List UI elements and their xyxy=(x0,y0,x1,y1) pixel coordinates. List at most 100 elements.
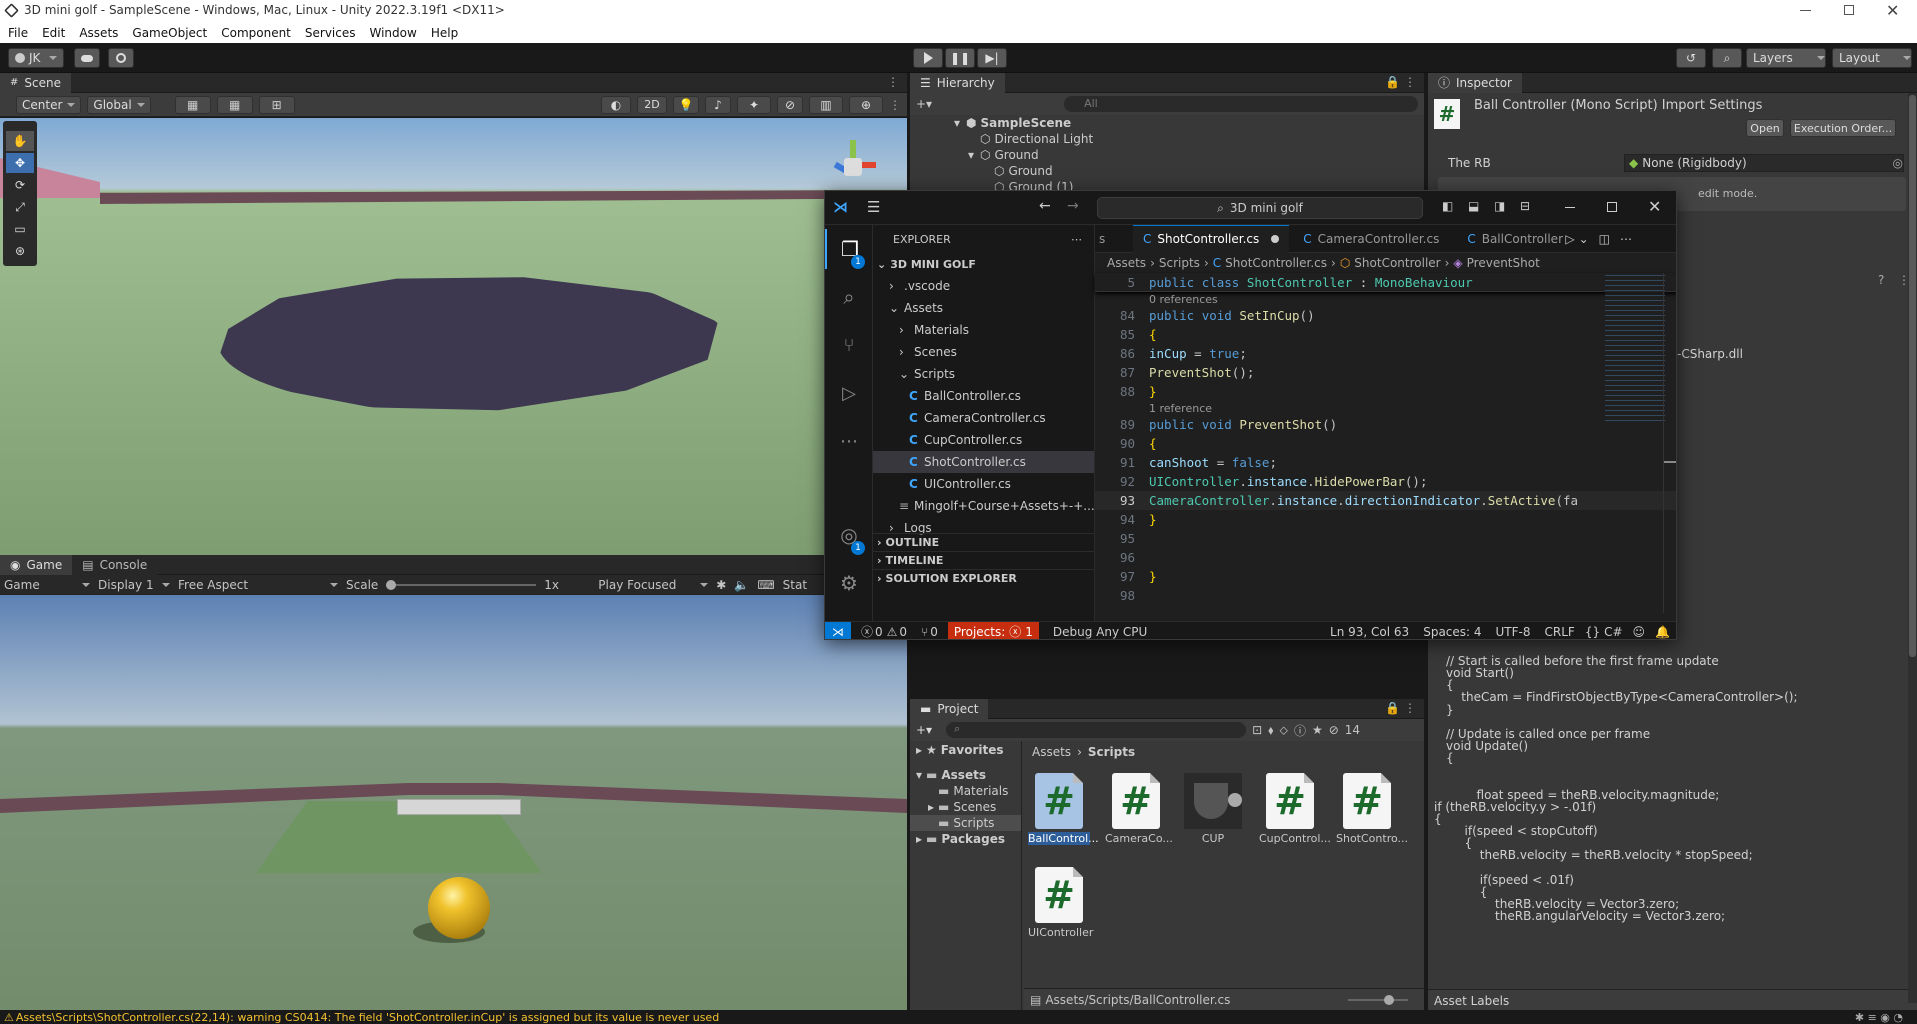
align-button[interactable]: ⊞ xyxy=(258,95,295,114)
explorer-item[interactable]: C ShotController.cs xyxy=(873,451,1094,473)
warnings-icon[interactable]: ⚠ xyxy=(887,625,898,639)
filter-tag-icon[interactable]: ⬦ xyxy=(1280,723,1288,738)
scene-viewport[interactable]: ✋ ✥ ⟳ ⤢ ▭ ⊛ xyxy=(0,118,907,555)
undo-history-button[interactable]: ↺ xyxy=(1676,48,1706,68)
visibility-toggle[interactable]: ⊘ xyxy=(777,95,803,114)
run-debug-icon[interactable]: ▷ xyxy=(825,373,873,413)
section-solution-explorer[interactable]: › SOLUTION EXPLORER xyxy=(873,569,1095,587)
snap-increment-button[interactable]: ▦ xyxy=(216,95,253,114)
display-dropdown[interactable]: Display 1 xyxy=(98,578,170,592)
pause-button[interactable]: ❚❚ xyxy=(945,48,975,68)
explorer-item[interactable]: ⌄ Assets xyxy=(873,297,1094,319)
menu-help[interactable]: Help xyxy=(424,26,465,40)
asset-cup[interactable]: CUP xyxy=(1182,773,1244,845)
remote-icon[interactable]: ⋊ xyxy=(825,621,851,639)
projects-status[interactable]: Projects: ⓧ 1 xyxy=(947,621,1039,639)
menu-component[interactable]: Component xyxy=(214,26,298,40)
chevron-down-icon[interactable]: ⌄ xyxy=(1579,232,1589,246)
code-area[interactable]: 0 references 84 public void SetInCup() 85 {8… xyxy=(1095,292,1676,605)
line-ending[interactable]: CRLF xyxy=(1545,625,1575,639)
explorer-item[interactable]: C CameraController.cs xyxy=(873,407,1094,429)
tab-game[interactable]: ◉ Game xyxy=(0,554,73,575)
hierarchy-item[interactable]: ▾ ⬡ Ground xyxy=(910,147,1424,163)
folder-scenes[interactable]: ▸ ▬ Scenes xyxy=(910,799,1021,815)
warning-filter-icon[interactable]: ⓘ xyxy=(1294,722,1306,739)
back-icon[interactable]: ← xyxy=(1039,198,1051,214)
menu-services[interactable]: Services xyxy=(298,26,363,40)
camera-dropdown[interactable]: ▥ xyxy=(809,95,843,114)
asset-uicontroller[interactable]: # UIController xyxy=(1028,867,1093,939)
favorite-icon[interactable]: ★ xyxy=(1312,723,1323,737)
more-icon[interactable]: ⋮ xyxy=(889,98,901,112)
tab-hierarchy[interactable]: ☰ Hierarchy xyxy=(910,72,1005,93)
lock-icon[interactable]: 🔒 xyxy=(1385,701,1400,715)
play-mode-dropdown[interactable]: Play Focused xyxy=(598,578,708,592)
target-icon[interactable]: ◎ xyxy=(1893,156,1903,170)
explorer-icon[interactable]: ❐ xyxy=(825,229,873,269)
bell-icon[interactable]: 🔔 xyxy=(1655,625,1670,639)
layout-dropdown[interactable]: Layout xyxy=(1832,48,1912,68)
filter-type-icon[interactable]: ⊡ xyxy=(1252,723,1262,737)
toggle-panel-icon[interactable]: ⬓ xyxy=(1468,199,1479,213)
add-icon[interactable]: +▾ xyxy=(916,723,932,737)
scale-slider[interactable] xyxy=(386,579,537,590)
collab-button[interactable] xyxy=(108,48,134,68)
build-config[interactable]: Debug Any CPU xyxy=(1053,625,1147,639)
rotate-tool-icon[interactable]: ⟳ xyxy=(6,175,34,195)
more-icon[interactable]: ⋮ xyxy=(1404,701,1416,715)
language-mode[interactable]: C# xyxy=(1604,625,1622,639)
accounts-icon[interactable]: ◎ xyxy=(825,515,873,555)
editor-tab[interactable]: s xyxy=(1095,225,1133,253)
maximize-icon[interactable] xyxy=(1844,5,1854,15)
editor-tab-active[interactable]: C ShotController.cs xyxy=(1133,224,1290,253)
space-dropdown[interactable]: Global xyxy=(87,95,151,114)
bug-icon[interactable]: ✱ xyxy=(716,578,726,592)
command-center-search[interactable]: ⌕ 3D mini golf xyxy=(1097,197,1423,219)
project-search[interactable]: ⌕ xyxy=(946,722,1247,738)
hierarchy-search[interactable]: All xyxy=(1064,96,1418,112)
menu-window[interactable]: Window xyxy=(363,26,424,40)
hand-tool-icon[interactable]: ✋ xyxy=(6,131,34,151)
explorer-item[interactable]: › Materials xyxy=(873,319,1094,341)
workspace-folder[interactable]: ⌄ 3D MINI GOLF xyxy=(873,253,1094,275)
more-icon[interactable]: ⋯ xyxy=(1071,233,1082,246)
account-dropdown[interactable]: JK xyxy=(8,48,65,68)
close-icon[interactable]: ✕ xyxy=(1886,1,1899,20)
asset-labels-bar[interactable]: Asset Labels xyxy=(1428,989,1917,1011)
folder-materials[interactable]: ▬ Materials xyxy=(910,783,1021,799)
play-button[interactable] xyxy=(913,48,943,68)
breadcrumb-item[interactable]: ShotController xyxy=(1354,256,1440,270)
transform-tool-icon[interactable]: ⊛ xyxy=(6,241,34,261)
assets-folder-item[interactable]: ▾ ▬ Assets xyxy=(910,767,1021,783)
grid-snap-button[interactable]: ▦ xyxy=(174,95,211,114)
menu-file[interactable]: File xyxy=(1,26,35,40)
section-outline[interactable]: › OUTLINE xyxy=(873,533,1095,551)
folder-scripts[interactable]: ▬ Scripts xyxy=(910,815,1021,831)
customize-layout-icon[interactable]: ⊟ xyxy=(1520,199,1530,213)
minimize-icon[interactable] xyxy=(1565,207,1575,208)
hidden-packages-icon[interactable]: ⊘ xyxy=(1329,723,1339,737)
open-button[interactable]: Open xyxy=(1746,119,1784,137)
breadcrumb-item[interactable]: Scripts xyxy=(1159,256,1200,270)
explorer-item[interactable]: › .vscode xyxy=(873,275,1094,297)
minimap-slider[interactable] xyxy=(1663,273,1676,613)
hierarchy-item[interactable]: ⬡ Directional Light xyxy=(910,131,1424,147)
toggle-2d-button[interactable]: 2D xyxy=(637,95,667,114)
editor-tab[interactable]: C CameraController.cs xyxy=(1289,225,1453,253)
view-dropdown[interactable]: Game xyxy=(4,578,90,592)
icon-size-slider[interactable] xyxy=(1348,994,1408,1005)
errors-icon[interactable]: ⓧ xyxy=(861,623,873,639)
codelens[interactable]: 1 reference xyxy=(1095,401,1676,415)
gizmos-dropdown[interactable]: ⊕ xyxy=(849,95,883,114)
packages-folder-item[interactable]: ▸ ▬ Packages xyxy=(910,831,1021,847)
braces-icon[interactable]: {} xyxy=(1585,625,1600,639)
indentation[interactable]: Spaces: 4 xyxy=(1423,625,1481,639)
orientation-gizmo[interactable] xyxy=(828,140,880,192)
more-icon[interactable]: ⋯ xyxy=(1620,232,1632,246)
stats-button[interactable]: Stat xyxy=(783,578,807,592)
layers-dropdown[interactable]: Layers xyxy=(1746,48,1826,68)
scale-tool-icon[interactable]: ⤢ xyxy=(6,197,34,217)
tab-console[interactable]: ▤ Console xyxy=(72,554,158,575)
close-icon[interactable]: ✕ xyxy=(1648,197,1661,216)
filter-label-icon[interactable]: ⬧ xyxy=(1268,723,1273,738)
